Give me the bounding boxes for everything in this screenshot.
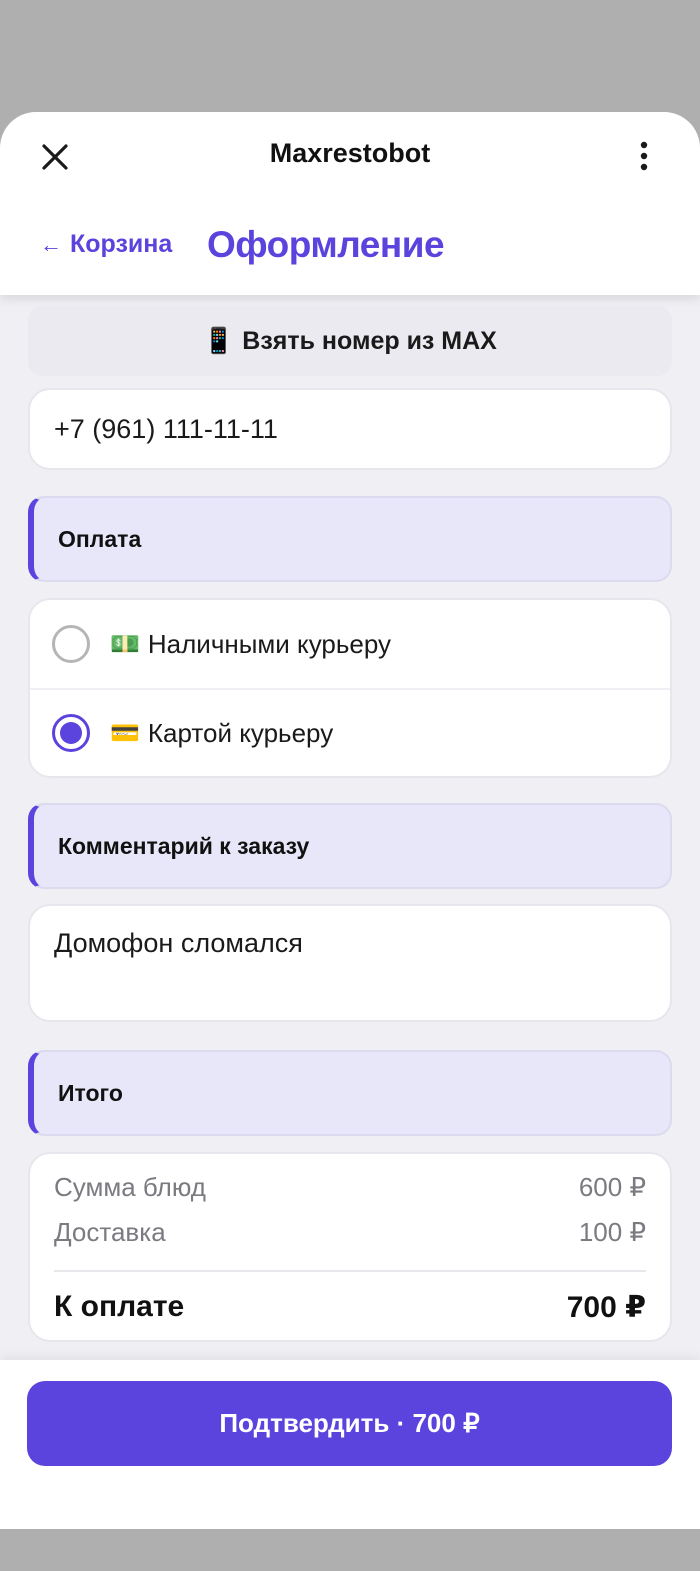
dishes-sum-row: Сумма блюд 600 ₽ [30,1172,670,1217]
delivery-label: Доставка [54,1217,166,1247]
total-value: 700 ₽ [566,1291,646,1324]
card-icon: 💳 [110,719,140,747]
more-vertical-icon [640,141,648,171]
page-title: Оформление [207,224,445,265]
order-comment-field[interactable]: Домофон сломался [28,904,672,1022]
payment-option-card[interactable]: 💳 Картой курьеру [30,688,670,776]
arrow-left-icon: ← [40,231,62,257]
comment-section-header: Комментарий к заказу [28,803,672,889]
cash-option-label: Наличными курьеру [147,628,392,659]
order-summary-card: Сумма блюд 600 ₽ Доставка 100 ₽ К оплате… [28,1152,672,1342]
dishes-sum-label: Сумма блюд [54,1172,206,1202]
cash-icon: 💵 [110,630,140,658]
back-link-label: Корзина [70,230,173,258]
sticky-footer: Подтвердить · 700 ₽ [0,1360,700,1529]
total-label: К оплате [54,1290,185,1323]
card-option-label: Картой курьеру [147,717,334,748]
cash-radio[interactable] [52,625,90,663]
comment-section-title: Комментарий к заказу [58,832,310,859]
delivery-row: Доставка 100 ₽ [30,1217,670,1270]
payment-section-title: Оплата [58,525,142,552]
bottom-sheet: 📱 Взять номер из MAX Оплата 💵 Наличными … [0,112,700,1529]
payment-options-card: 💵 Наличными курьеру 💳 Картой курьеру [28,598,672,778]
payment-section-header: Оплата [28,496,672,582]
payment-option-cash[interactable]: 💵 Наличными курьеру [30,600,670,688]
dishes-sum-value: 600 ₽ [578,1172,646,1202]
phone-icon: 📱 [203,326,235,355]
summary-section-title: Итого [58,1079,123,1106]
app-title: Maxrestobot [269,138,431,168]
card-radio[interactable] [52,714,90,752]
sheet-header: Maxrestobot ← Корзина Оформление [0,112,700,295]
delivery-value: 100 ₽ [578,1217,646,1247]
summary-section-header: Итого [28,1050,672,1136]
back-to-cart-link[interactable]: ← Корзина [40,230,172,259]
more-menu-button[interactable] [622,134,666,178]
total-row: К оплате 700 ₽ [54,1270,646,1325]
take-number-label: Взять номер из MAX [242,326,497,355]
confirm-order-button[interactable]: Подтвердить · 700 ₽ [27,1381,672,1466]
phone-input[interactable] [28,388,672,470]
take-number-from-max-button[interactable]: 📱 Взять номер из MAX [28,306,672,376]
